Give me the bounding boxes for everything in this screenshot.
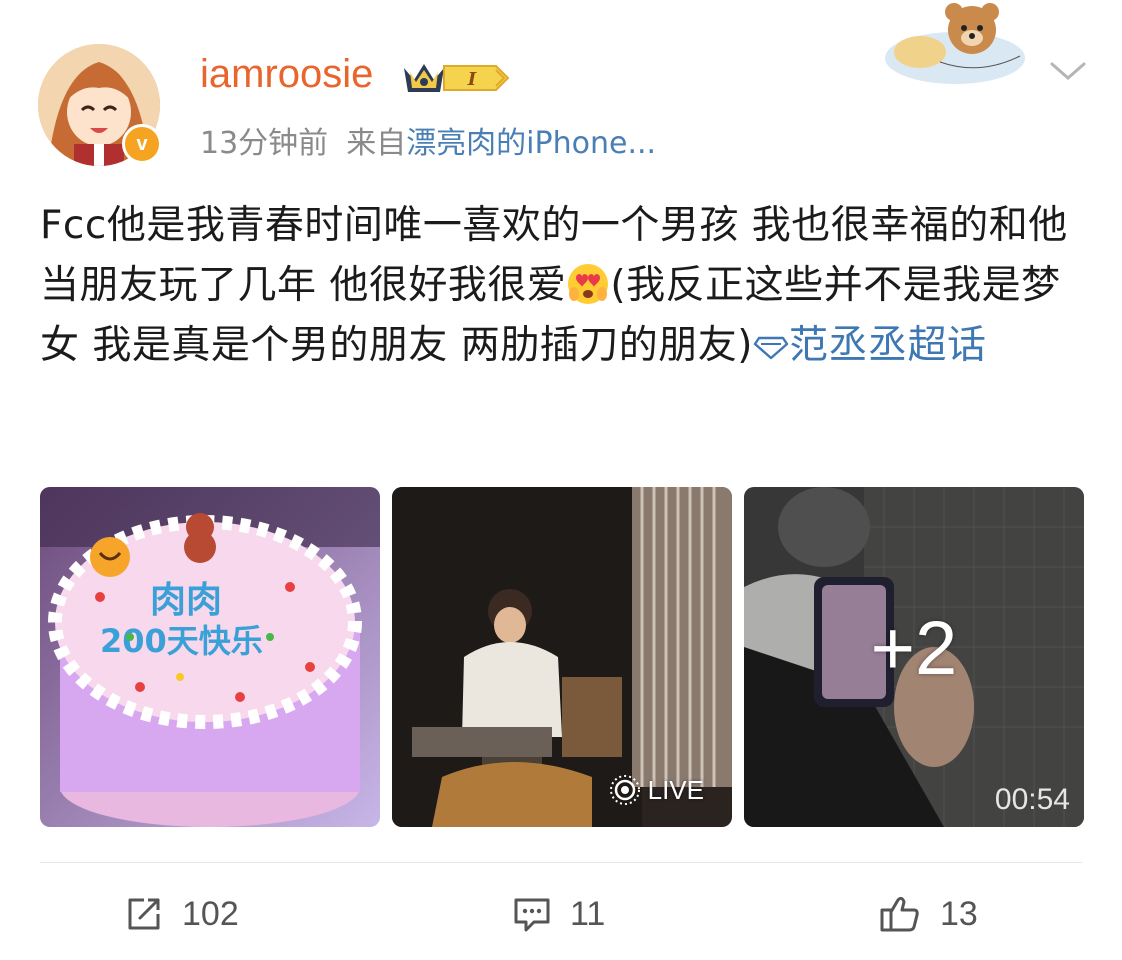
live-badge: LIVE	[608, 773, 704, 807]
comment-icon	[514, 898, 550, 932]
post-text: Fcc他是我青春时间唯一喜欢的一个男孩 我也很幸福的和他当朋友玩了几年 他很好我…	[40, 196, 1080, 376]
repost-button[interactable]: 102	[124, 890, 239, 938]
username[interactable]: iamroosie	[200, 52, 373, 97]
verified-icon: v	[122, 124, 162, 164]
image-thumbnail-more[interactable]: +2 00:54	[744, 487, 1084, 827]
post-time: 13分钟前	[200, 126, 329, 161]
image-thumbnail-cake[interactable]: 肉肉 200天快乐	[40, 487, 380, 827]
chevron-down-icon[interactable]	[1048, 58, 1088, 84]
teddy-bear-sticker	[880, 0, 1030, 90]
crown-level-badge[interactable]: I	[400, 58, 512, 98]
diamond-topic-icon	[753, 318, 789, 360]
thumbs-up-icon	[880, 896, 919, 932]
comment-button[interactable]: 11	[512, 890, 605, 938]
live-icon	[609, 775, 640, 805]
more-images-count: +2	[870, 606, 958, 691]
repost-icon	[128, 898, 160, 930]
svg-text:I: I	[467, 69, 477, 90]
like-count: 13	[940, 894, 978, 933]
repost-count: 102	[182, 894, 239, 933]
comment-count: 11	[570, 894, 606, 933]
image-thumbnail-live[interactable]: LIVE	[392, 487, 732, 827]
source-prefix: 来自	[346, 126, 407, 161]
topic-link[interactable]: 范丞丞超话	[789, 323, 987, 368]
cake-text-2: 200天快乐	[100, 622, 263, 660]
heart-eyes-emoji	[566, 262, 610, 306]
post-meta: 13分钟前 来自漂亮肉的iPhone...	[200, 118, 656, 162]
source-device-link[interactable]: 漂亮肉的iPhone...	[406, 126, 656, 161]
video-duration: 00:54	[994, 783, 1070, 816]
live-label: LIVE	[647, 774, 704, 805]
divider	[40, 862, 1082, 863]
cake-text-1: 肉肉	[150, 580, 222, 621]
avatar[interactable]: v	[38, 44, 162, 166]
weibo-post: v iamroosie I 13分钟前 来自漂亮肉的iPhone... Fcc他…	[0, 0, 1122, 960]
like-button[interactable]: 13	[878, 890, 978, 938]
